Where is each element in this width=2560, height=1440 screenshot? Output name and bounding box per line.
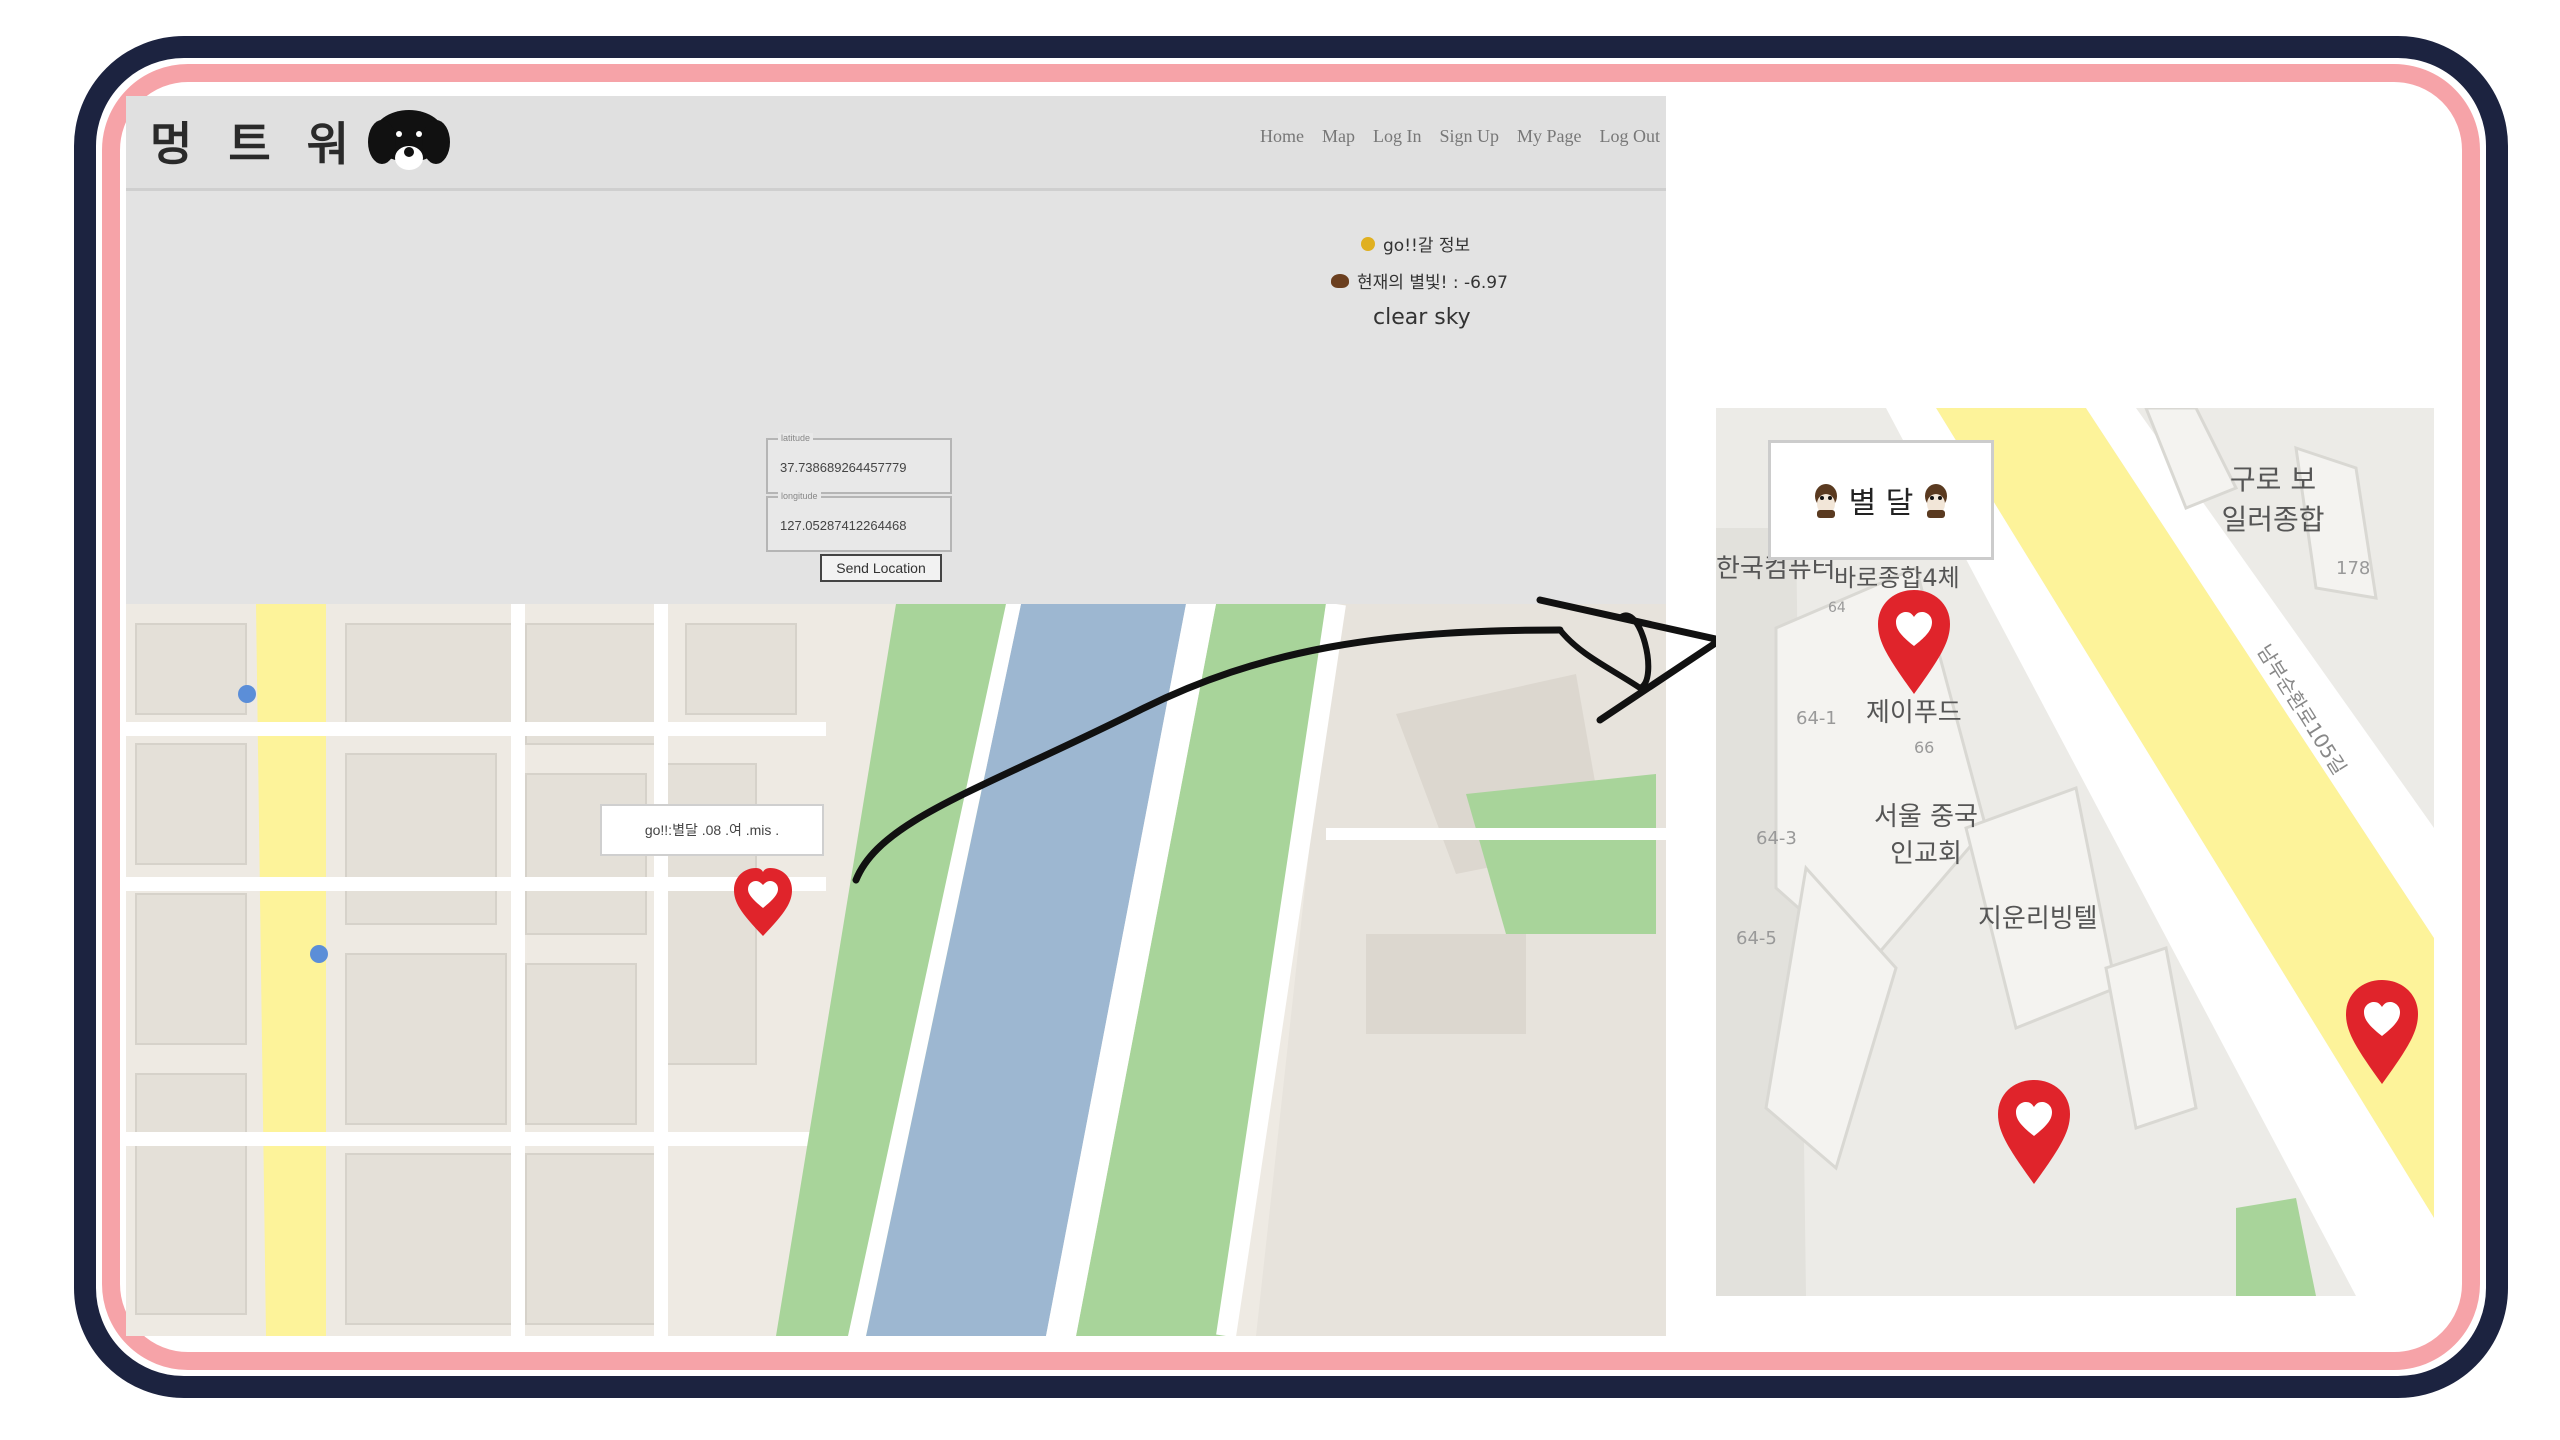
zoom-label-8: 64-1 <box>1796 708 1837 729</box>
zoom-label-9: 64-3 <box>1756 828 1797 849</box>
zoom-label-12: 178 <box>2336 558 2371 579</box>
nav-login[interactable]: Log In <box>1373 126 1422 147</box>
nav-logout[interactable]: Log Out <box>1600 126 1661 147</box>
coffee-icon <box>1331 273 1349 288</box>
heart-marker-icon[interactable] <box>2344 978 2420 1088</box>
latitude-field[interactable]: latitude 37.738689264457779 <box>766 433 952 494</box>
nav-mypage[interactable]: My Page <box>1517 126 1582 147</box>
weather-temperature: 현재의 별빛! : -6.97 <box>1357 273 1508 293</box>
weather-widget: go!!갈 정보 현재의 별빛! : -6.97 clear sky <box>1331 231 1581 330</box>
latitude-label: latitude <box>778 433 814 443</box>
weather-description: clear sky <box>1373 305 1471 330</box>
site-header: 멍 트 워 크 Home Map Log In Sign Up My Page … <box>126 96 1666 191</box>
main-nav: Home Map Log In Sign Up My Page Log Out <box>1260 126 1660 147</box>
zoom-label-11: 66 <box>1914 738 1935 757</box>
zoom-label-6: 구로 보일러종합 <box>2221 463 2325 536</box>
heart-marker-icon[interactable] <box>1876 588 1952 698</box>
nav-signup[interactable]: Sign Up <box>1439 126 1499 147</box>
zoomed-popup-text: 별 달 <box>1848 486 1914 521</box>
zoom-label-4: 서울 중국인교회 <box>1874 802 1978 869</box>
dog-icon <box>1925 484 1948 518</box>
zoomed-marker-popup: 별 달 <box>1768 440 1994 560</box>
latitude-value: 37.738689264457779 <box>780 460 907 475</box>
dog-icon <box>1814 484 1837 518</box>
weather-title: go!!갈 정보 <box>1383 236 1471 256</box>
nav-home[interactable]: Home <box>1260 126 1304 147</box>
sun-icon <box>1361 236 1375 251</box>
longitude-value: 127.05287412264468 <box>780 518 907 533</box>
zoom-label-5: 지운리빙텔 <box>1978 904 2098 934</box>
zoom-label-10: 64-5 <box>1736 928 1777 949</box>
map-marker-popup: go!!:별달 .08 .여 .mis . <box>600 804 824 856</box>
heart-marker-icon[interactable] <box>730 864 796 940</box>
heart-marker-icon[interactable] <box>1996 1078 2072 1188</box>
arrow-icon <box>852 596 1724 884</box>
longitude-field[interactable]: longitude 127.05287412264468 <box>766 491 952 552</box>
zoom-label-13: 64 <box>1828 600 1846 616</box>
dog-logo-icon <box>368 110 450 170</box>
longitude-label: longitude <box>778 491 821 501</box>
map-marker-popup-text: go!!:별달 .08 .여 .mis . <box>644 822 780 838</box>
nav-map[interactable]: Map <box>1322 126 1355 147</box>
